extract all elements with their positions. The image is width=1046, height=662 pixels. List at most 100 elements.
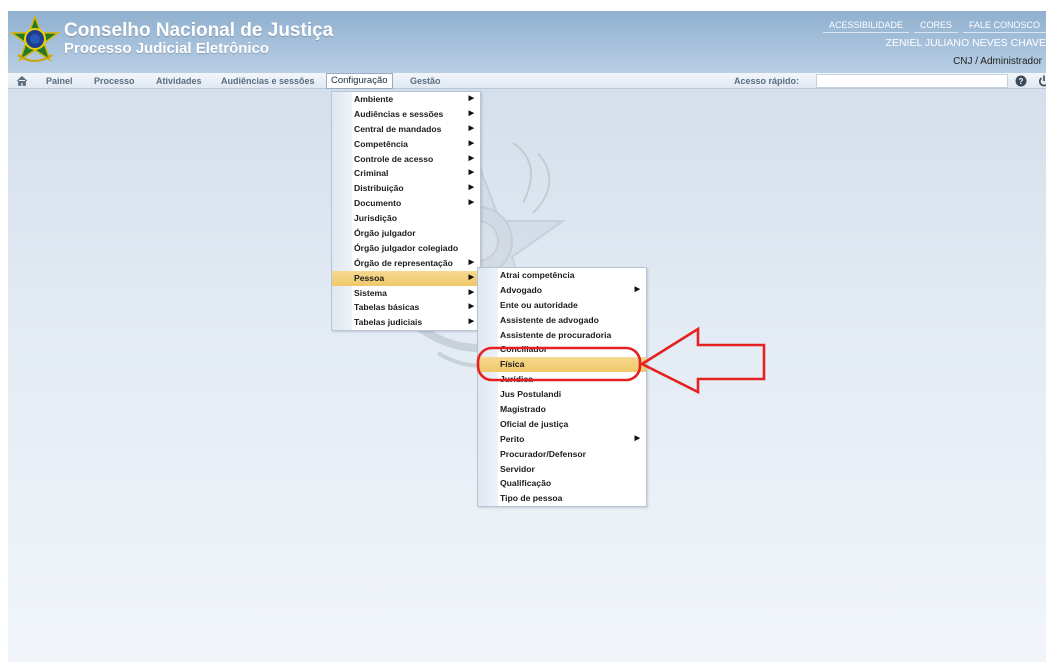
pessoa-menu-item[interactable]: Perito ▶ xyxy=(478,432,646,447)
config-menu-item[interactable]: Pessoa ▶ xyxy=(332,270,480,286)
config-menu-item-label: Competência xyxy=(354,138,408,149)
pessoa-menu-item[interactable]: Conciliador xyxy=(478,342,646,357)
pessoa-menu-item-label: Procurador/Defensor xyxy=(500,448,586,459)
config-menu-item[interactable]: Órgão de representação ▶ xyxy=(332,256,480,271)
config-menu-item-label: Audiências e sessões xyxy=(354,108,444,119)
pessoa-menu-item-label: Servidor xyxy=(500,463,535,474)
config-menu-item-label: Tabelas básicas xyxy=(354,302,420,313)
brasao-logo-icon[interactable] xyxy=(10,15,60,67)
submenu-arrow-icon: ▶ xyxy=(634,434,640,442)
pessoa-menu-item-label: Qualificação xyxy=(500,478,552,489)
config-menu-item[interactable]: Órgão julgador colegiado xyxy=(332,241,480,256)
submenu-arrow-icon: ▶ xyxy=(468,154,474,162)
config-menu-item-label: Ambiente xyxy=(354,94,394,104)
config-menu-item-label: Distribuição xyxy=(354,183,404,194)
menu-gestao[interactable]: Gestão xyxy=(410,73,441,89)
submenu-arrow-icon: ▶ xyxy=(468,95,474,102)
pessoa-menu-item-label: Oficial de justiça xyxy=(500,418,569,429)
pointer-arrow-icon xyxy=(639,326,766,395)
header: Conselho Nacional de Justiça Processo Ju… xyxy=(8,11,1046,73)
config-menu-item[interactable]: Sistema ▶ xyxy=(332,286,480,301)
quick-access-label: Acesso rápido: xyxy=(734,76,800,86)
config-menu-item[interactable]: Órgão julgador xyxy=(332,226,480,241)
menu-painel[interactable]: Painel xyxy=(46,73,73,89)
svg-text:?: ? xyxy=(1019,77,1024,86)
pessoa-menu-item[interactable]: Tipo de pessoa xyxy=(478,491,646,506)
config-menu-item[interactable]: Audiências e sessões ▶ xyxy=(332,107,480,122)
user-role[interactable]: CNJ / Administrador xyxy=(953,56,1042,67)
submenu-arrow-icon: ▶ xyxy=(468,303,474,311)
pessoa-menu-item-label: Tipo de pessoa xyxy=(500,493,563,504)
pessoa-menu-item[interactable]: Assistente de advogado xyxy=(478,313,646,328)
submenu-arrow-icon: ▶ xyxy=(468,169,474,177)
contact-link[interactable]: FALE CONOSCO xyxy=(962,19,1046,33)
submenu-arrow-icon: ▶ xyxy=(468,258,474,266)
pessoa-menu-item[interactable]: Assistente de procuradoria xyxy=(478,328,646,343)
config-menu-item-label: Pessoa xyxy=(354,272,385,283)
submenu-arrow-icon: ▶ xyxy=(468,288,474,296)
pessoa-menu-item-label: Assistente de advogado xyxy=(500,314,599,325)
pessoa-menu-item-label: Magistrado xyxy=(500,404,546,415)
submenu-arrow-icon: ▶ xyxy=(468,199,474,207)
submenu-arrow-icon: ▶ xyxy=(468,109,474,117)
pessoa-submenu: Atrai competência Advogado ▶ Ente ou autori… xyxy=(477,267,647,508)
config-menu-item-label: Documento xyxy=(354,198,402,209)
pessoa-menu-item[interactable]: Ente ou autoridade xyxy=(478,298,646,313)
config-menu-item[interactable]: Tabelas básicas ▶ xyxy=(332,300,480,315)
submenu-arrow-icon: ▶ xyxy=(468,273,474,281)
power-icon[interactable] xyxy=(1038,75,1046,87)
pessoa-menu-item-label: Assistente de procuradoria xyxy=(500,329,612,340)
pessoa-menu-item[interactable]: Advogado ▶ xyxy=(478,283,646,298)
config-menu-item-label: Órgão julgador xyxy=(354,228,416,239)
config-menu-item[interactable]: Competência ▶ xyxy=(332,137,480,152)
submenu-arrow-icon: ▶ xyxy=(634,285,640,293)
menu-processo[interactable]: Processo xyxy=(94,73,135,89)
app-frame: Conselho Nacional de Justiça Processo Ju… xyxy=(8,11,1046,662)
quick-access-input[interactable] xyxy=(816,74,1008,88)
help-icon[interactable]: ? xyxy=(1015,75,1027,87)
pessoa-menu-item[interactable]: Física xyxy=(478,357,646,373)
pessoa-menu-item[interactable]: Magistrado xyxy=(478,402,646,417)
submenu-arrow-icon: ▶ xyxy=(468,139,474,147)
brand-subtitle: Processo Judicial Eletrônico xyxy=(64,40,270,57)
pessoa-menu-item[interactable]: Procurador/Defensor xyxy=(478,447,646,462)
config-menu-item[interactable]: Controle de acesso ▶ xyxy=(332,152,480,167)
pessoa-menu-item[interactable]: Atrai competência xyxy=(478,268,646,283)
pessoa-menu-item[interactable]: Jus Postulandi xyxy=(478,387,646,402)
config-menu-item-label: Criminal xyxy=(354,168,389,179)
pessoa-menu-item-label: Atrai competência xyxy=(500,270,575,280)
pessoa-menu-item[interactable]: Jurídica xyxy=(478,372,646,387)
pessoa-menu-item-label: Perito xyxy=(500,433,525,444)
config-menu-item-label: Jurisdição xyxy=(354,213,397,224)
config-menu-item[interactable]: Documento ▶ xyxy=(332,196,480,211)
config-menu-item-label: Tabelas judiciais xyxy=(354,317,423,328)
pessoa-menu-item[interactable]: Servidor xyxy=(478,462,646,477)
user-name: ZENIEL JULIANO NEVES CHAVE xyxy=(885,37,1046,49)
pessoa-menu-item-label: Ente ou autoridade xyxy=(500,299,578,310)
config-menu-item[interactable]: Central de mandados ▶ xyxy=(332,122,480,137)
config-menu-item[interactable]: Criminal ▶ xyxy=(332,166,480,181)
pessoa-menu-item-label: Jurídica xyxy=(500,374,533,385)
config-menu-item[interactable]: Ambiente ▶ xyxy=(332,92,480,107)
pessoa-menu-item-label: Conciliador xyxy=(500,344,548,355)
config-menu-item-label: Órgão julgador colegiado xyxy=(354,242,459,253)
config-menu-item-label: Controle de acesso xyxy=(354,153,434,164)
menu-configuracao[interactable]: Configuração xyxy=(326,73,393,89)
pessoa-menu-item[interactable]: Oficial de justiça xyxy=(478,417,646,432)
config-menu-item-label: Sistema xyxy=(354,287,387,298)
config-menu-item[interactable]: Jurisdição xyxy=(332,211,480,226)
colors-link[interactable]: CORES xyxy=(913,19,958,33)
pessoa-menu-item-label: Advogado xyxy=(500,284,543,295)
top-links: ACESSIBILIDADE CORES FALE CONOSCO xyxy=(818,19,1046,33)
config-menu-item[interactable]: Tabelas judiciais ▶ xyxy=(332,315,480,330)
pessoa-menu-item[interactable]: Qualificação xyxy=(478,476,646,491)
menu-audiencias[interactable]: Audiências e sessões xyxy=(221,73,315,89)
home-icon[interactable] xyxy=(16,75,28,87)
config-menu-item-label: Central de mandados xyxy=(354,123,442,134)
config-menu-item[interactable]: Distribuição ▶ xyxy=(332,181,480,196)
pessoa-menu-item-label: Jus Postulandi xyxy=(500,389,562,400)
accessibility-link[interactable]: ACESSIBILIDADE xyxy=(822,19,909,33)
menu-atividades[interactable]: Atividades xyxy=(156,73,202,89)
pessoa-menu-item-label: Física xyxy=(500,359,525,370)
configuracao-dropdown: Ambiente ▶ Audiências e sessões ▶ Central de… xyxy=(331,91,481,332)
